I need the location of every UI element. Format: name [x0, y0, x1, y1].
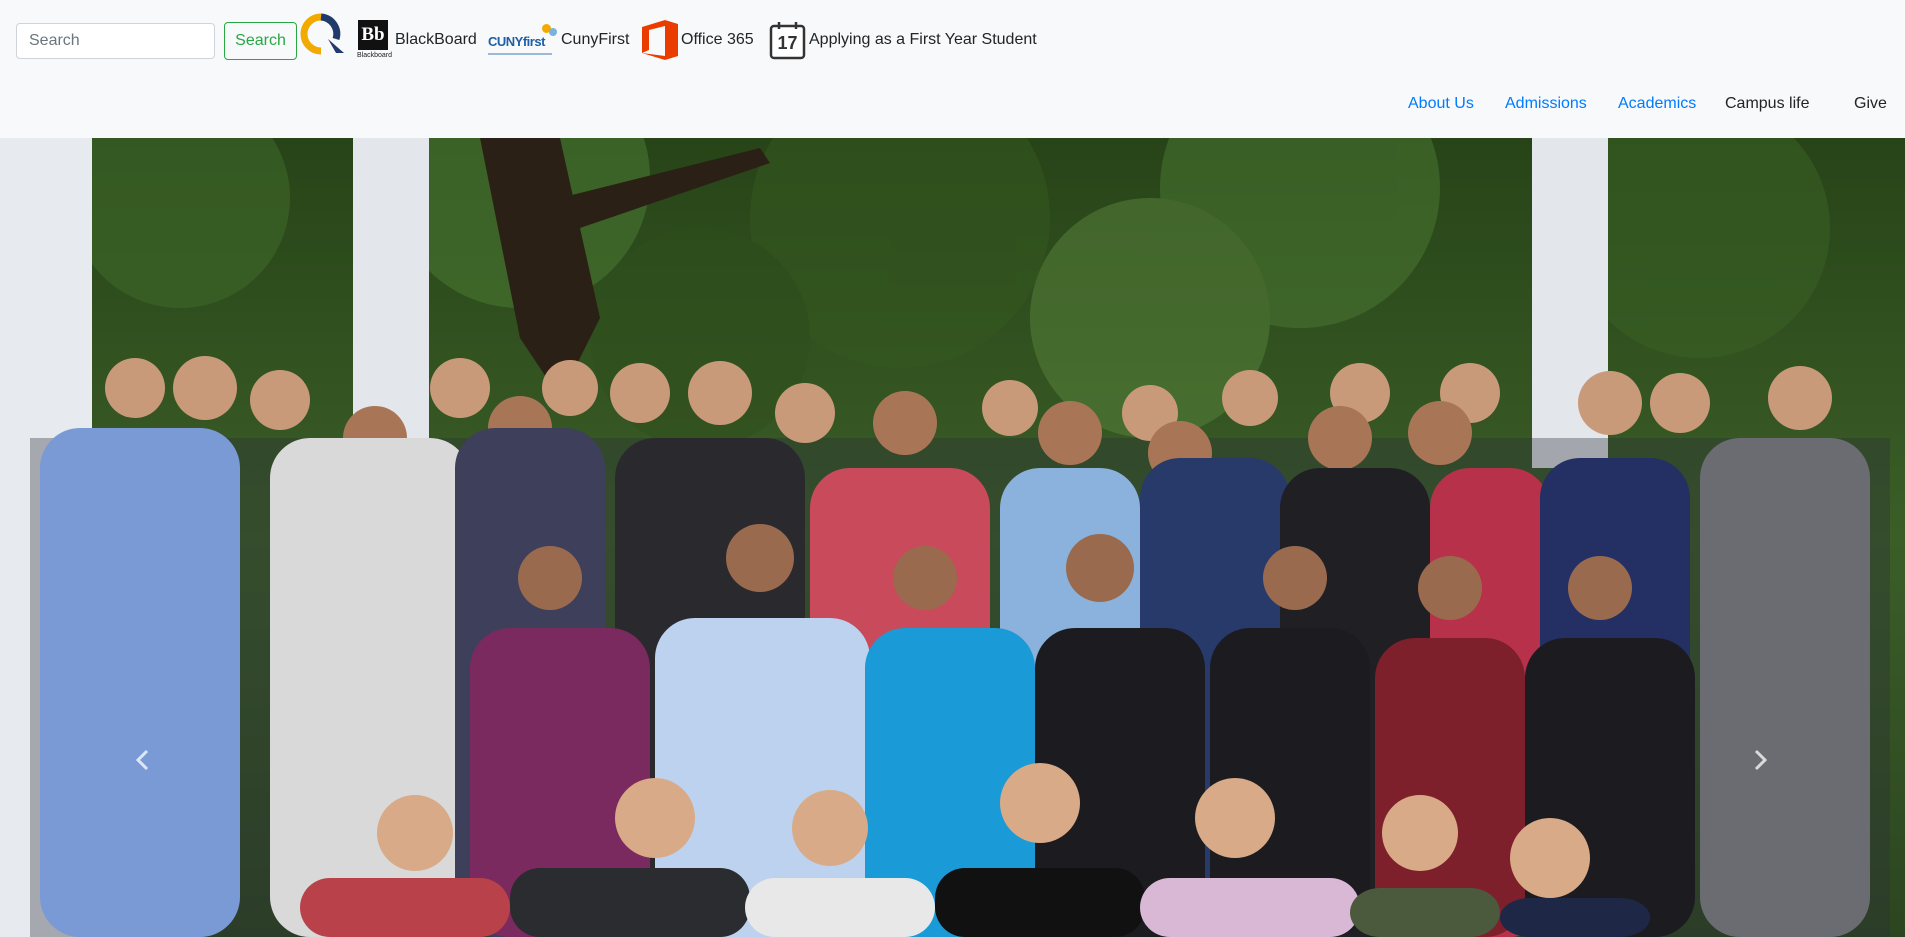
carousel-next-button[interactable] [1745, 735, 1775, 785]
nav-campus-life[interactable]: Campus life [1725, 95, 1809, 113]
blackboard-logo-caption: Blackboard [357, 52, 393, 59]
q-logo-icon[interactable] [300, 13, 346, 55]
blackboard-link[interactable]: Bb Blackboard BlackBoard [357, 18, 477, 62]
blackboard-logo-text: Bb [358, 20, 388, 50]
search-input[interactable] [16, 23, 215, 59]
chevron-right-icon [1754, 749, 1768, 771]
calendar-day: 17 [777, 33, 798, 53]
office-logo-icon [639, 18, 681, 62]
search-button[interactable]: Search [224, 22, 297, 60]
top-navbar: Search Bb Blackboard BlackBoard CUNYfirs… [0, 0, 1905, 138]
nav-about-us[interactable]: About Us [1408, 95, 1474, 113]
calendar-icon: 17 [768, 20, 808, 60]
blackboard-logo-icon: Bb Blackboard [357, 18, 393, 62]
chevron-left-icon [135, 749, 149, 771]
nav-give[interactable]: Give [1854, 95, 1887, 113]
nav-admissions[interactable]: Admissions [1505, 95, 1587, 113]
hero-group-photo [0, 138, 1905, 937]
cunyfirst-label: CunyFirst [561, 31, 630, 48]
nav-academics[interactable]: Academics [1618, 95, 1696, 113]
cunyfirst-link[interactable]: CUNYfirst CunyFirst [488, 18, 629, 62]
blackboard-label: BlackBoard [395, 31, 477, 48]
office365-link[interactable]: Office 365 [639, 18, 754, 62]
office365-label: Office 365 [681, 31, 754, 48]
cunyfirst-logo-text: CUNYfirst [488, 34, 545, 49]
first-year-applying-link[interactable]: 17 Applying as a First Year Student [768, 18, 1037, 62]
hero-carousel [0, 138, 1905, 937]
cunyfirst-logo-icon: CUNYfirst [488, 20, 559, 60]
carousel-prev-button[interactable] [128, 735, 158, 785]
first-year-applying-label: Applying as a First Year Student [809, 31, 1037, 48]
